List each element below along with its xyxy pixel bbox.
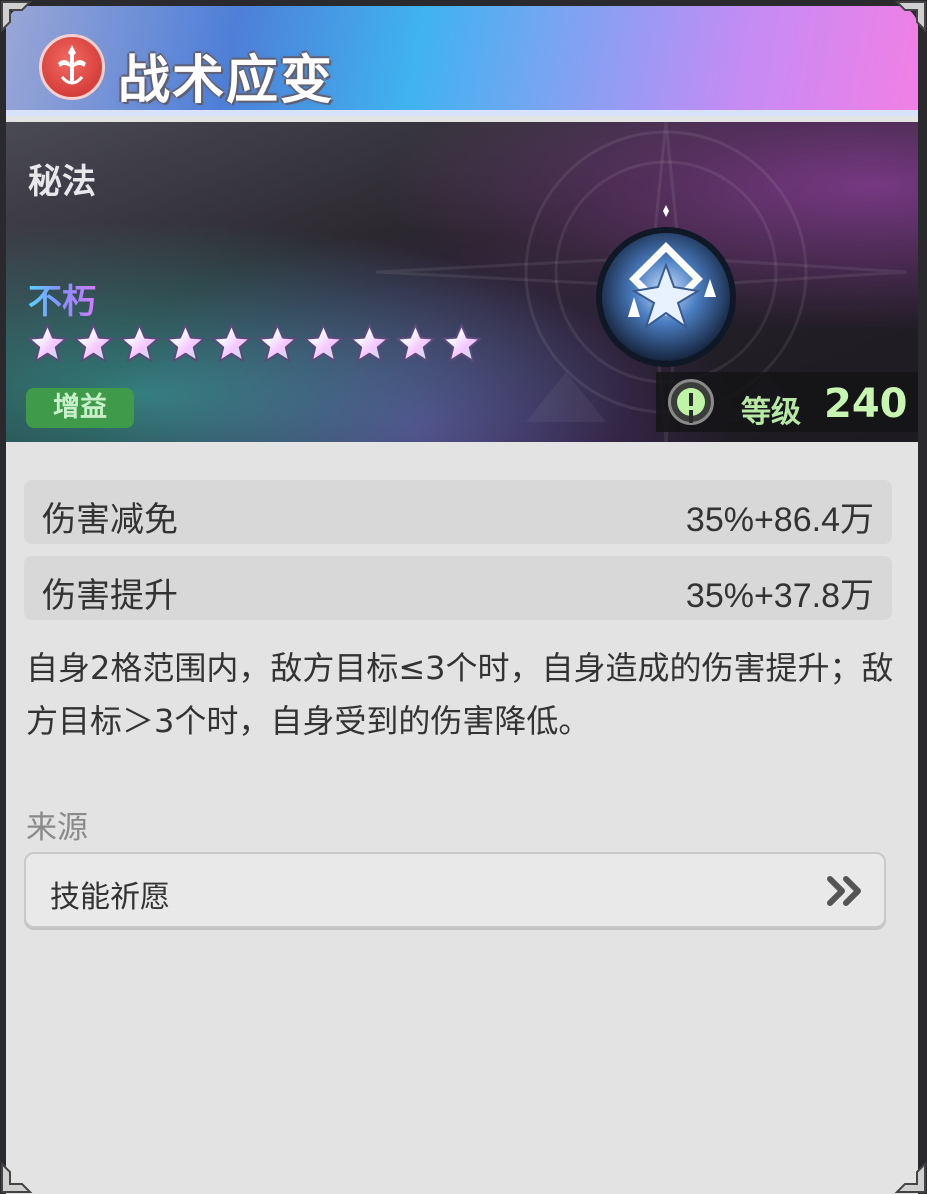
star-icon (165, 323, 206, 363)
stat-value: 35%+86.4万 (685, 501, 874, 539)
star-icon (211, 323, 252, 363)
stat-name: 伤害提升 (42, 576, 178, 616)
stat-name: 伤害减免 (42, 500, 178, 540)
star-icon (257, 323, 298, 363)
star-icon (27, 323, 68, 363)
crest-icon (39, 34, 105, 100)
stat-row-damage-boost: 伤害提升 35%+37.8万 (24, 556, 892, 620)
title-bar: 战术应变 (6, 6, 918, 116)
skill-description: 自身2格范围内，敌方目标≤3个时，自身造成的伤害提升；敌方目标＞3个时，自身受到… (26, 649, 894, 740)
star-rating (26, 322, 483, 365)
star-icon (395, 323, 436, 363)
source-label: 来源 (26, 810, 88, 846)
star-icon (73, 323, 114, 363)
star-icon (119, 323, 160, 363)
skill-category: 秘法 (28, 162, 96, 202)
star-icon (303, 323, 344, 363)
corner-ornament-icon (894, 1, 926, 33)
double-chevron-right-icon (827, 876, 861, 906)
stat-value: 35%+37.8万 (685, 577, 874, 615)
level-value: 240 (824, 381, 908, 427)
skill-detail-card: 战术应变 秘法 不朽 增益 等级 240 伤害减免 35%+86.4万 伤害提升… (6, 6, 918, 1194)
corner-ornament-icon (894, 1161, 926, 1193)
source-item-label: 技能祈愿 (50, 880, 170, 915)
rarity-label: 不朽 (28, 274, 96, 323)
skill-header: 秘法 不朽 增益 等级 240 (6, 122, 918, 442)
skill-title: 战术应变 (118, 51, 335, 111)
corner-ornament-icon (1, 1, 33, 33)
stat-row-damage-reduction: 伤害减免 35%+86.4万 (24, 480, 892, 544)
source-button[interactable]: 技能祈愿 (24, 852, 886, 928)
star-icon (349, 323, 390, 363)
level-label: 等级 (741, 395, 801, 430)
corner-ornament-icon (1, 1161, 33, 1193)
exclamation-icon[interactable] (668, 379, 714, 425)
star-icon (441, 323, 482, 363)
buff-tag: 增益 (26, 388, 134, 428)
